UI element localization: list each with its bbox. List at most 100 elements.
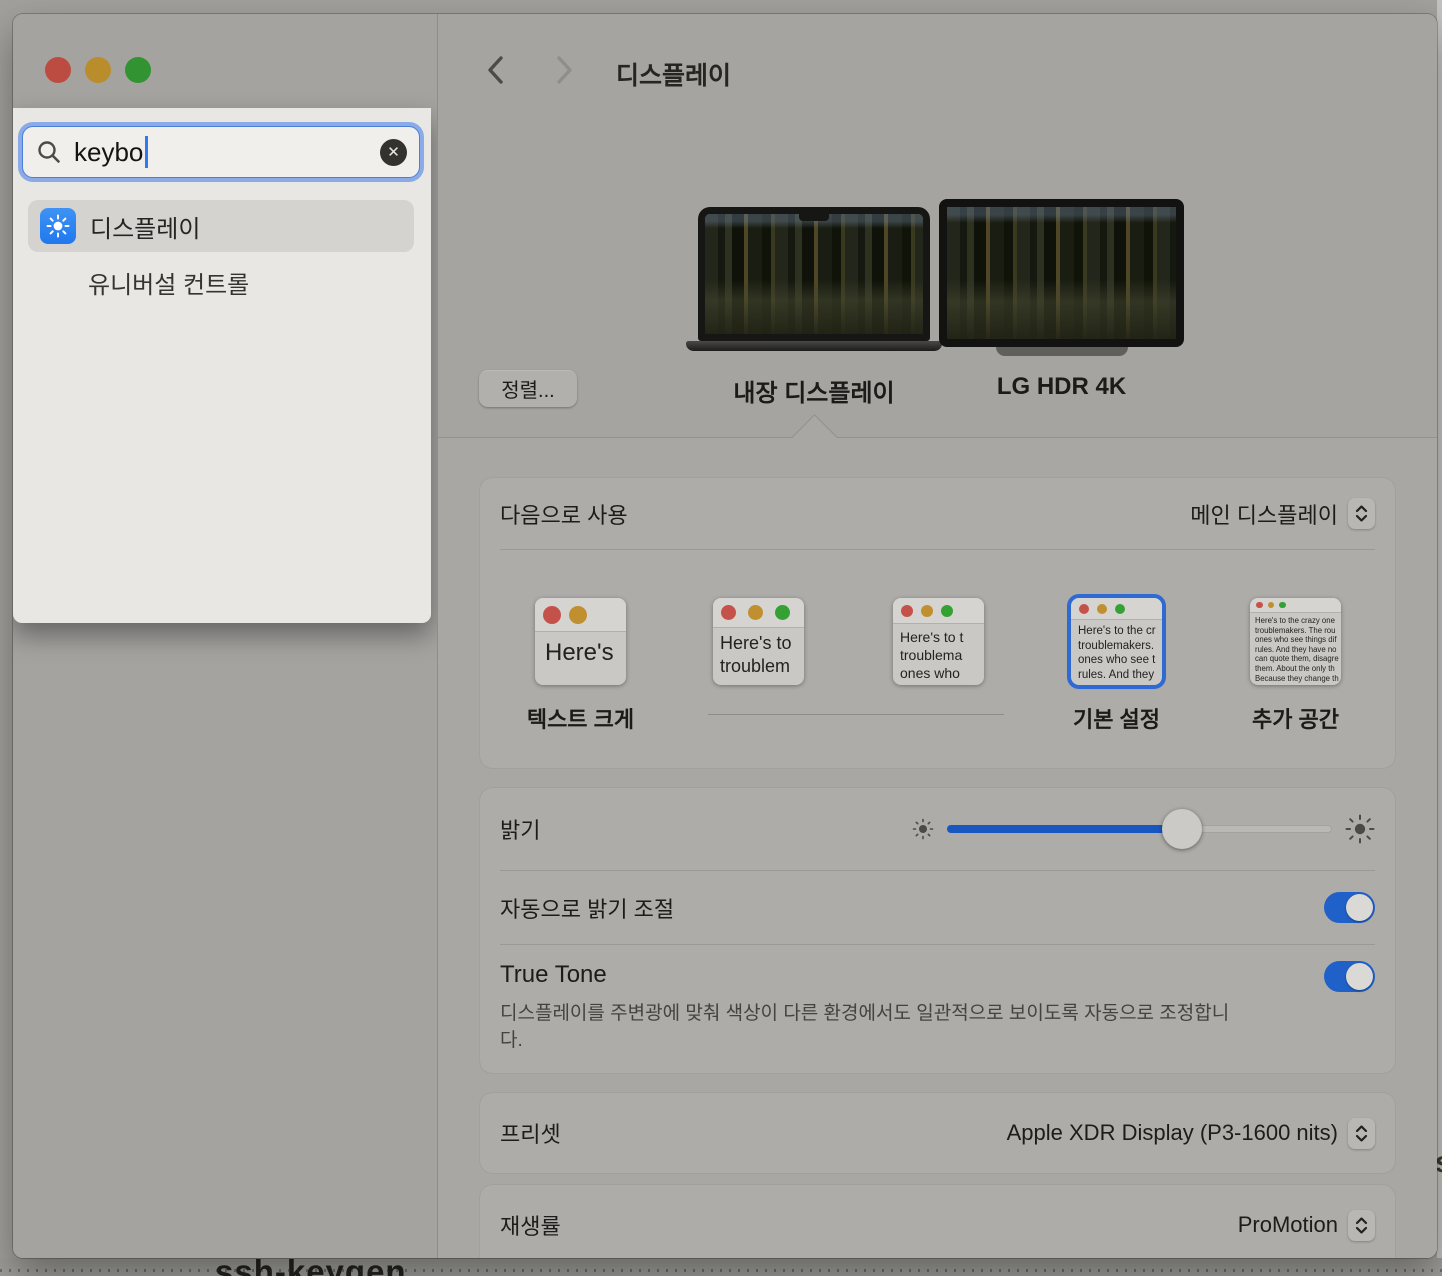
laptop-base	[686, 341, 942, 351]
scaling-option-2[interactable]: Here's totroublem	[713, 598, 804, 685]
mini-window-titlebar	[893, 598, 984, 624]
page-title: 디스플레이	[616, 56, 731, 92]
search-results-panel: keybo ✕ 디스플레이	[13, 108, 431, 623]
use-as-label: 다음으로 사용	[500, 498, 628, 530]
use-as-value: 메인 디스플레이	[1190, 498, 1338, 530]
true-tone-label: True Tone	[500, 961, 607, 989]
laptop-notch	[799, 214, 829, 221]
brightness-row: 밝기	[480, 788, 1395, 870]
row-divider	[500, 549, 1375, 550]
display-name-lg-hdr-4k: LG HDR 4K	[939, 373, 1184, 401]
preset-stepper-button[interactable]	[1348, 1118, 1375, 1149]
scaling-options-connector-line	[708, 714, 1004, 715]
arrange-displays-button[interactable]: 정렬...	[479, 370, 577, 407]
use-as-row: 다음으로 사용 메인 디스플레이	[480, 478, 1395, 549]
true-tone-toggle[interactable]	[1324, 961, 1375, 992]
refresh-rate-card: 재생률 ProMotion	[480, 1185, 1395, 1258]
refresh-rate-value: ProMotion	[1238, 1212, 1338, 1238]
preset-label: 프리셋	[500, 1117, 561, 1149]
auto-brightness-row: 자동으로 밝기 조절	[480, 871, 1395, 944]
back-button[interactable]	[486, 55, 504, 85]
scaling-label-default: 기본 설정	[1054, 702, 1179, 734]
mini-green-dot	[941, 605, 953, 617]
scaling-label-larger-text: 텍스트 크게	[518, 702, 643, 734]
sidebar-item-displays[interactable]: 디스플레이	[28, 200, 414, 252]
sidebar: keybo ✕ 디스플레이	[13, 14, 437, 1258]
scaling-option-more-space[interactable]: Here's to the crazy onetroublemakers. Th…	[1250, 598, 1341, 685]
background-window-bottom: ssh-keygen	[0, 1258, 1442, 1276]
search-icon	[36, 139, 62, 165]
monitor-screen	[939, 199, 1184, 347]
close-window-button[interactable]	[45, 57, 71, 83]
mini-yellow-dot	[1097, 604, 1107, 614]
mini-yellow-dot	[569, 606, 587, 624]
preset-row: 프리셋 Apple XDR Display (P3-1600 nits)	[480, 1093, 1395, 1173]
toggle-knob	[1346, 894, 1373, 921]
brightness-slider-wrap	[912, 809, 1375, 849]
display-thumbnail-builtin[interactable]	[698, 207, 930, 351]
sidebar-item-label: 유니버설 컨트롤	[88, 265, 249, 300]
mini-window-text: Here's to the crazy onetroublemakers. Th…	[1250, 613, 1341, 683]
search-input[interactable]: keybo ✕	[22, 126, 420, 178]
system-settings-window: keybo ✕ 디스플레이	[13, 14, 1437, 1258]
brightness-bright-icon	[1345, 814, 1375, 844]
mini-red-dot	[1079, 604, 1089, 614]
mini-window-text: Here's totroublem	[713, 628, 804, 678]
mini-green-dot	[1115, 604, 1125, 614]
brightness-dim-icon	[912, 818, 934, 840]
brightness-label: 밝기	[500, 813, 540, 845]
scaling-label-more-space: 추가 공간	[1233, 702, 1358, 734]
display-mode-card: 다음으로 사용 메인 디스플레이 Here's	[480, 478, 1395, 768]
background-window-right: s	[1437, 0, 1442, 1276]
scaling-option-larger-text[interactable]: Here's	[535, 598, 626, 685]
slider-knob[interactable]	[1162, 809, 1202, 849]
zoom-window-button[interactable]	[125, 57, 151, 83]
mini-red-dot	[721, 605, 736, 620]
display-brightness-icon	[40, 208, 76, 244]
wallpaper-forest-image	[947, 207, 1176, 339]
mini-yellow-dot	[1268, 602, 1275, 609]
mini-red-dot	[543, 606, 561, 624]
use-as-stepper-button[interactable]	[1348, 498, 1375, 529]
auto-brightness-toggle[interactable]	[1324, 892, 1375, 923]
clear-search-button[interactable]: ✕	[380, 139, 407, 166]
picker-divider	[438, 437, 1437, 438]
mini-red-dot	[901, 605, 913, 617]
brightness-card: 밝기	[480, 788, 1395, 1073]
sidebar-divider	[437, 14, 438, 1258]
display-thumbnail-lg-hdr-4k[interactable]	[939, 199, 1184, 356]
mini-green-dot	[775, 605, 790, 620]
sidebar-item-universal-control[interactable]: 유니버설 컨트롤	[88, 262, 249, 302]
refresh-rate-row: 재생률 ProMotion	[480, 1185, 1395, 1258]
true-tone-row: True Tone	[480, 945, 1395, 992]
scaling-option-default[interactable]: Here's to the crtroublemakers.ones who s…	[1071, 598, 1162, 685]
mini-yellow-dot	[748, 605, 763, 620]
toggle-knob	[1346, 963, 1373, 990]
mini-yellow-dot	[921, 605, 933, 617]
mini-window-text: Here's	[535, 632, 626, 668]
display-name-builtin: 내장 디스플레이	[698, 373, 930, 408]
background-partial-text-bottom: ssh-keygen	[215, 1258, 407, 1276]
scaling-option-3[interactable]: Here's to ttroublemaones who	[893, 598, 984, 685]
mini-window-titlebar	[1250, 598, 1341, 613]
mini-window-titlebar	[1071, 598, 1162, 620]
search-query-text: keybo	[74, 137, 143, 168]
minimize-window-button[interactable]	[85, 57, 111, 83]
monitor-stand	[996, 347, 1128, 356]
display-settings-panel: 디스플레이 내장 디스플레이 LG HDR 4K 정렬... 다음으로 사용 메…	[438, 14, 1437, 1258]
wallpaper-forest-image	[705, 214, 923, 334]
refresh-rate-label: 재생률	[500, 1209, 561, 1241]
text-cursor	[145, 136, 148, 168]
brightness-slider[interactable]	[947, 809, 1332, 849]
auto-brightness-label: 자동으로 밝기 조절	[500, 892, 674, 924]
forward-button[interactable]	[556, 55, 574, 85]
mini-window-text: Here's to the crtroublemakers.ones who s…	[1071, 620, 1162, 682]
slider-fill	[947, 825, 1182, 833]
mini-green-dot	[1279, 602, 1286, 609]
mini-window-titlebar	[713, 598, 804, 628]
refresh-rate-stepper-button[interactable]	[1348, 1210, 1375, 1241]
preset-card: 프리셋 Apple XDR Display (P3-1600 nits)	[480, 1093, 1395, 1173]
background-dotted-line	[0, 1269, 1442, 1272]
true-tone-description: 디스플레이를 주변광에 맞춰 색상이 다른 환경에서도 일관적으로 보이도록 자…	[480, 992, 1270, 1054]
sidebar-item-label: 디스플레이	[90, 209, 200, 244]
